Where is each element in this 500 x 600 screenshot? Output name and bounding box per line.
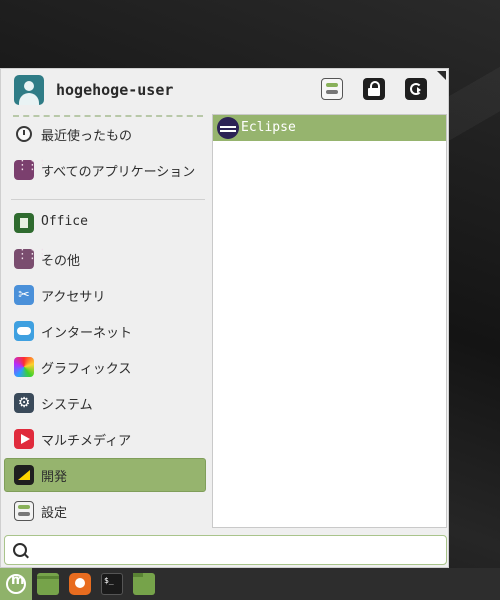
- application-list: Eclipse: [212, 114, 447, 528]
- folder-icon[interactable]: [133, 573, 155, 595]
- logout-button[interactable]: [405, 78, 427, 100]
- sidebar-item-label: その他: [41, 254, 81, 269]
- sidebar-item-label: すべてのアプリケーション: [41, 165, 196, 180]
- lock-screen-button[interactable]: [363, 78, 385, 100]
- sidebar-item-label: マルチメディア: [41, 434, 132, 449]
- sidebar-item-label: インターネット: [41, 326, 133, 341]
- app-item-label: Eclipse: [241, 120, 296, 135]
- menu-button[interactable]: [0, 568, 32, 600]
- system-icon: ⚙: [14, 393, 34, 413]
- graphics-icon: [14, 357, 34, 377]
- search-input[interactable]: [33, 539, 437, 563]
- sidebar-item-preferences[interactable]: 設定: [4, 494, 206, 528]
- sidebar-item-label: アクセサリ: [41, 290, 106, 305]
- menu-header: hogehoge-user: [1, 69, 450, 113]
- avatar[interactable]: [14, 75, 44, 105]
- menu-icon: [6, 573, 26, 594]
- sidebar-item-other[interactable]: その他: [4, 242, 206, 276]
- sidebar-item-label: 最近使ったもの: [41, 129, 133, 144]
- sidebar-item-label: グラフィックス: [41, 362, 132, 377]
- sidebar-item-label: システム: [41, 398, 93, 413]
- app-item-eclipse[interactable]: Eclipse: [213, 115, 446, 141]
- sidebar-item-accessories[interactable]: ✂ アクセサリ: [4, 278, 206, 312]
- sidebar-item-label: Office: [41, 214, 88, 229]
- terminal-prompt: $_: [104, 576, 114, 585]
- sidebar-item-office[interactable]: Office: [4, 206, 206, 240]
- preferences-icon: [14, 501, 34, 521]
- office-icon: [14, 213, 34, 233]
- taskbar: $_: [0, 568, 500, 600]
- terminal-icon[interactable]: $_: [101, 573, 123, 595]
- multimedia-icon: [14, 429, 34, 449]
- sidebar-divider: [11, 199, 205, 200]
- user-name: hogehoge-user: [56, 81, 174, 99]
- sidebar-item-label: 設定: [41, 506, 68, 521]
- sidebar-item-multimedia[interactable]: マルチメディア: [4, 422, 206, 456]
- sidebar-item-recent[interactable]: 最近使ったもの: [4, 117, 206, 151]
- sidebar-item-internet[interactable]: インターネット: [4, 314, 206, 348]
- internet-icon: [14, 321, 34, 341]
- other-icon: [14, 247, 46, 269]
- sidebar-item-system[interactable]: ⚙ システム: [4, 386, 206, 420]
- application-menu: hogehoge-user 最近使ったもの すべてのアプリケーション Offic…: [0, 68, 449, 568]
- sidebar-item-development[interactable]: 開発: [4, 458, 206, 492]
- settings-button[interactable]: [321, 78, 343, 100]
- files-icon[interactable]: [37, 573, 59, 595]
- eclipse-icon: [217, 117, 239, 139]
- development-icon: [14, 465, 34, 485]
- clock-icon: [16, 126, 32, 142]
- sidebar-item-all-applications[interactable]: すべてのアプリケーション: [4, 153, 206, 187]
- search-box[interactable]: [4, 535, 447, 565]
- grid-icon: [14, 158, 46, 180]
- sidebar-item-graphics[interactable]: グラフィックス: [4, 350, 206, 384]
- accessories-icon: ✂: [14, 285, 34, 305]
- sidebar-item-label: 開発: [41, 470, 68, 485]
- firefox-icon[interactable]: [69, 573, 91, 595]
- search-icon: [13, 543, 27, 557]
